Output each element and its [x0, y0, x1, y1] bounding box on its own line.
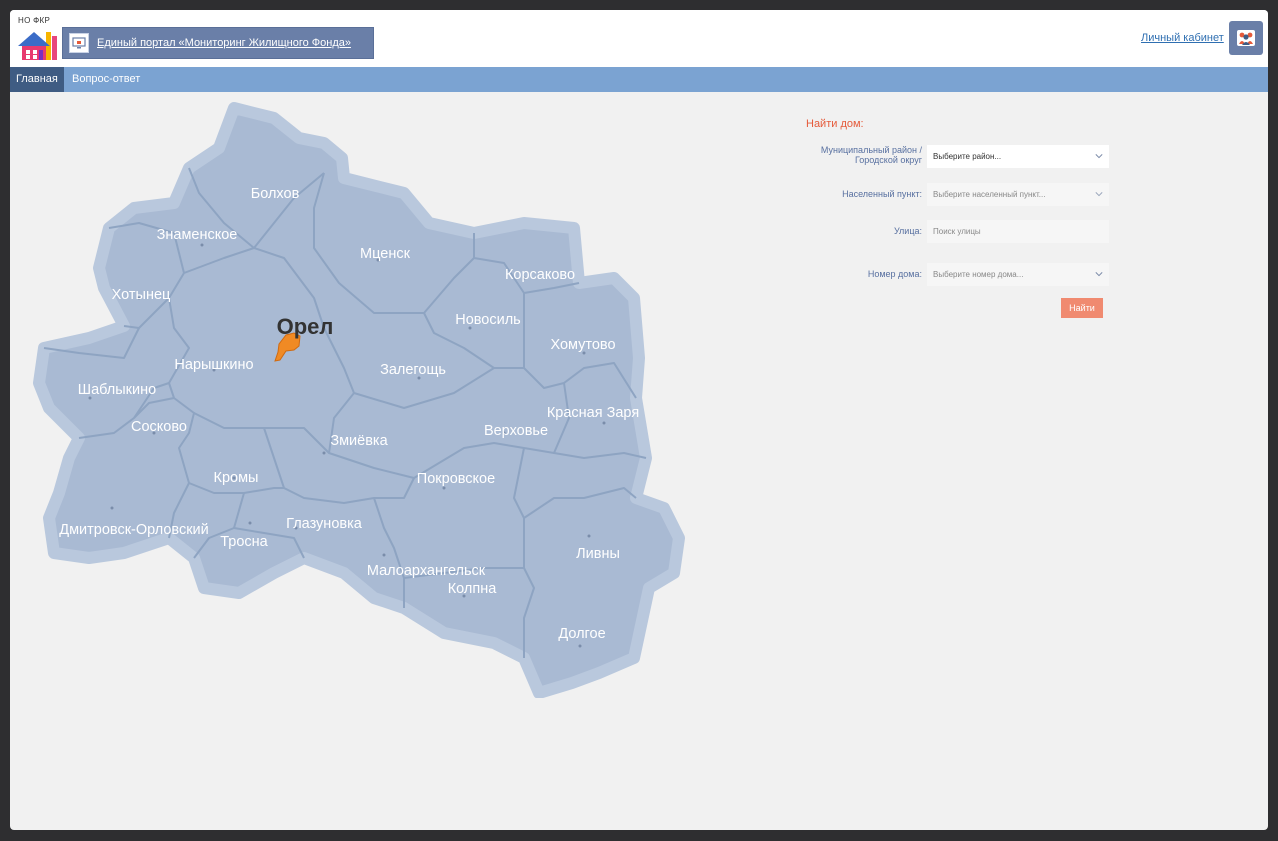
district-label[interactable]: Ливны — [576, 546, 620, 562]
personal-account-button[interactable] — [1229, 21, 1263, 55]
find-button[interactable]: Найти — [1061, 298, 1103, 318]
chevron-down-icon — [1095, 154, 1103, 159]
chevron-down-icon — [1095, 192, 1103, 197]
chevron-down-icon — [1095, 272, 1103, 277]
locality-select[interactable]: Выберите населенный пункт... — [927, 183, 1109, 206]
locality-select-placeholder: Выберите населенный пункт... — [933, 190, 1046, 199]
street-search-input[interactable]: Поиск улицы — [927, 220, 1109, 243]
logo[interactable]: НО ФКР — [16, 16, 60, 64]
region-outline — [33, 102, 685, 698]
search-title: Найти дом: — [806, 118, 864, 130]
district-label[interactable]: Долгое — [558, 626, 605, 642]
monitor-icon — [69, 33, 89, 53]
nav-item-faq[interactable]: Вопрос-ответ — [66, 67, 146, 92]
house-number-placeholder: Выберите номер дома... — [933, 270, 1024, 279]
capital-label[interactable]: Орел — [277, 314, 334, 339]
region-map: Болхов Знаменское Мценск Корсаково Хотын… — [33, 102, 685, 698]
house-logo-icon — [18, 32, 57, 60]
portal-title-button[interactable]: Единый портал «Мониторинг Жилищного Фонд… — [62, 27, 374, 59]
district-label[interactable]: Хотынец — [112, 287, 171, 303]
header: НО ФКР Единый портал «Мониторинг Жилищно… — [10, 10, 1268, 67]
users-icon — [1237, 30, 1255, 46]
district-label[interactable]: Знаменское — [157, 227, 238, 243]
main-nav: Главная Вопрос-ответ — [10, 67, 1268, 92]
portal-title-link[interactable]: Единый портал «Мониторинг Жилищного Фонд… — [97, 37, 351, 49]
district-label[interactable]: Мценск — [360, 246, 411, 262]
nav-item-home[interactable]: Главная — [10, 67, 64, 92]
district-label[interactable]: Сосково — [131, 419, 187, 435]
district-label[interactable]: Малоархангельск — [367, 563, 486, 579]
district-label[interactable]: Нарышкино — [174, 357, 253, 373]
district-label[interactable]: Новосиль — [455, 312, 521, 328]
district-label[interactable]: Шаблыкино — [78, 382, 156, 398]
district-label[interactable]: Змиёвка — [330, 433, 388, 449]
personal-account-link[interactable]: Личный кабинет — [1141, 32, 1224, 44]
district-label[interactable]: Глазуновка — [286, 516, 363, 532]
locality-label: Населенный пункт: — [842, 189, 922, 199]
district-label-text: Муниципальный район / Городской округ — [820, 145, 922, 165]
district-label[interactable]: Хомутово — [550, 337, 615, 353]
district-label[interactable]: Покровское — [417, 471, 495, 487]
district-label[interactable]: Верховье — [484, 423, 548, 439]
district-label[interactable]: Тросна — [220, 534, 268, 550]
district-label[interactable]: Залегощь — [380, 362, 446, 378]
app-window: НО ФКР Единый портал «Мониторинг Жилищно… — [10, 10, 1268, 830]
district-label[interactable]: Болхов — [251, 186, 300, 202]
district-select-value: Выберите район... — [933, 152, 1002, 161]
district-select[interactable]: Выберите район... — [927, 145, 1109, 168]
street-label: Улица: — [893, 226, 922, 236]
district-label[interactable]: Красная Заря — [547, 405, 639, 421]
house-number-label: Номер дома: — [867, 269, 922, 279]
house-number-select[interactable]: Выберите номер дома... — [927, 263, 1109, 286]
street-search-placeholder: Поиск улицы — [933, 227, 981, 236]
org-label: НО ФКР — [18, 16, 51, 25]
district-label[interactable]: Колпна — [448, 581, 498, 597]
district-label[interactable]: Кромы — [214, 470, 259, 486]
district-label[interactable]: Дмитровск-Орловский — [59, 522, 209, 538]
district-label[interactable]: Корсаково — [505, 267, 575, 283]
